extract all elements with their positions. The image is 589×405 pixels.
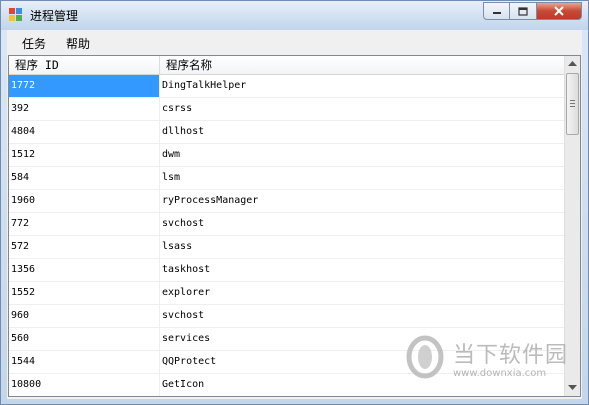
table-row[interactable]: 1552 explorer [9, 282, 566, 305]
process-name-cell: svchost [162, 310, 205, 321]
column-header-name[interactable]: 程序名称 [160, 56, 566, 75]
window-title: 进程管理 [30, 9, 79, 23]
process-id-cell: 560 [9, 328, 160, 350]
watermark: 当下软件园 www.downxia.com [405, 331, 585, 387]
table-row[interactable]: 1772 DingTalkHelper [9, 75, 566, 98]
process-id-cell: 4804 [9, 121, 160, 143]
process-name-cell: taskhost [162, 264, 211, 275]
watermark-text: 当下软件园 [453, 343, 569, 368]
menu-help[interactable]: 帮助 [66, 35, 90, 52]
menu-task[interactable]: 任务 [22, 35, 46, 52]
watermark-url: www.downxia.com [453, 368, 547, 379]
process-id-cell: 584 [9, 167, 160, 189]
process-id-cell: 772 [9, 213, 160, 235]
process-id-cell: 1552 [9, 282, 160, 304]
process-name-cell: lsm [162, 172, 181, 183]
menu-bar: 任务 帮助 [7, 30, 582, 54]
close-icon [554, 6, 564, 16]
process-id-cell: 1960 [9, 190, 160, 212]
table-row[interactable]: 1356 taskhost [9, 259, 566, 282]
process-id-cell: 10800 [9, 374, 160, 396]
table-row[interactable]: 392 csrss [9, 98, 566, 121]
column-header-id[interactable]: 程序 ID [9, 56, 160, 75]
process-id-cell: 1772 [9, 75, 160, 97]
process-id-cell: 392 [9, 98, 160, 120]
scroll-up-button[interactable] [565, 56, 580, 72]
process-id-cell: 1512 [9, 144, 160, 166]
triangle-up-icon [568, 61, 577, 66]
process-name-cell: ryProcessManager [162, 195, 259, 206]
scroll-thumb[interactable] [566, 73, 579, 135]
process-id-cell: 1356 [9, 259, 160, 281]
table-row[interactable]: 772 svchost [9, 213, 566, 236]
process-id-cell: 1544 [9, 351, 160, 373]
process-name-cell: lsass [162, 241, 193, 252]
grip-line [570, 103, 575, 104]
table-row[interactable]: 4804 dllhost [9, 121, 566, 144]
table-row[interactable]: 960 svchost [9, 305, 566, 328]
table-row[interactable]: 584 lsm [9, 167, 566, 190]
minimize-button[interactable] [483, 2, 510, 20]
process-manager-window: 进程管理 任务 帮助 程序 ID 程序名称 1772 DingTalkHelper… [0, 0, 589, 405]
watermark-logo-icon [406, 335, 444, 379]
close-button[interactable] [537, 2, 582, 20]
title-bar[interactable]: 进程管理 [1, 1, 588, 30]
minimize-icon [492, 12, 501, 14]
process-name-cell: csrss [162, 103, 193, 114]
table-row[interactable]: 1512 dwm [9, 144, 566, 167]
process-name-cell: dwm [162, 149, 181, 160]
maximize-button[interactable] [510, 2, 537, 20]
table-row[interactable]: 1960 ryProcessManager [9, 190, 566, 213]
process-name-cell: dllhost [162, 126, 205, 137]
column-headers: 程序 ID 程序名称 [9, 56, 566, 75]
caption-buttons [483, 2, 582, 20]
table-row[interactable]: 572 lsass [9, 236, 566, 259]
process-name-cell: DingTalkHelper [162, 80, 247, 91]
process-id-cell: 572 [9, 236, 160, 258]
maximize-icon [518, 6, 528, 16]
process-name-cell: svchost [162, 218, 205, 229]
process-id-cell: 960 [9, 305, 160, 327]
app-icon [9, 8, 23, 22]
grip-line [570, 100, 575, 101]
process-name-cell: explorer [162, 287, 211, 298]
grip-line [570, 106, 575, 107]
